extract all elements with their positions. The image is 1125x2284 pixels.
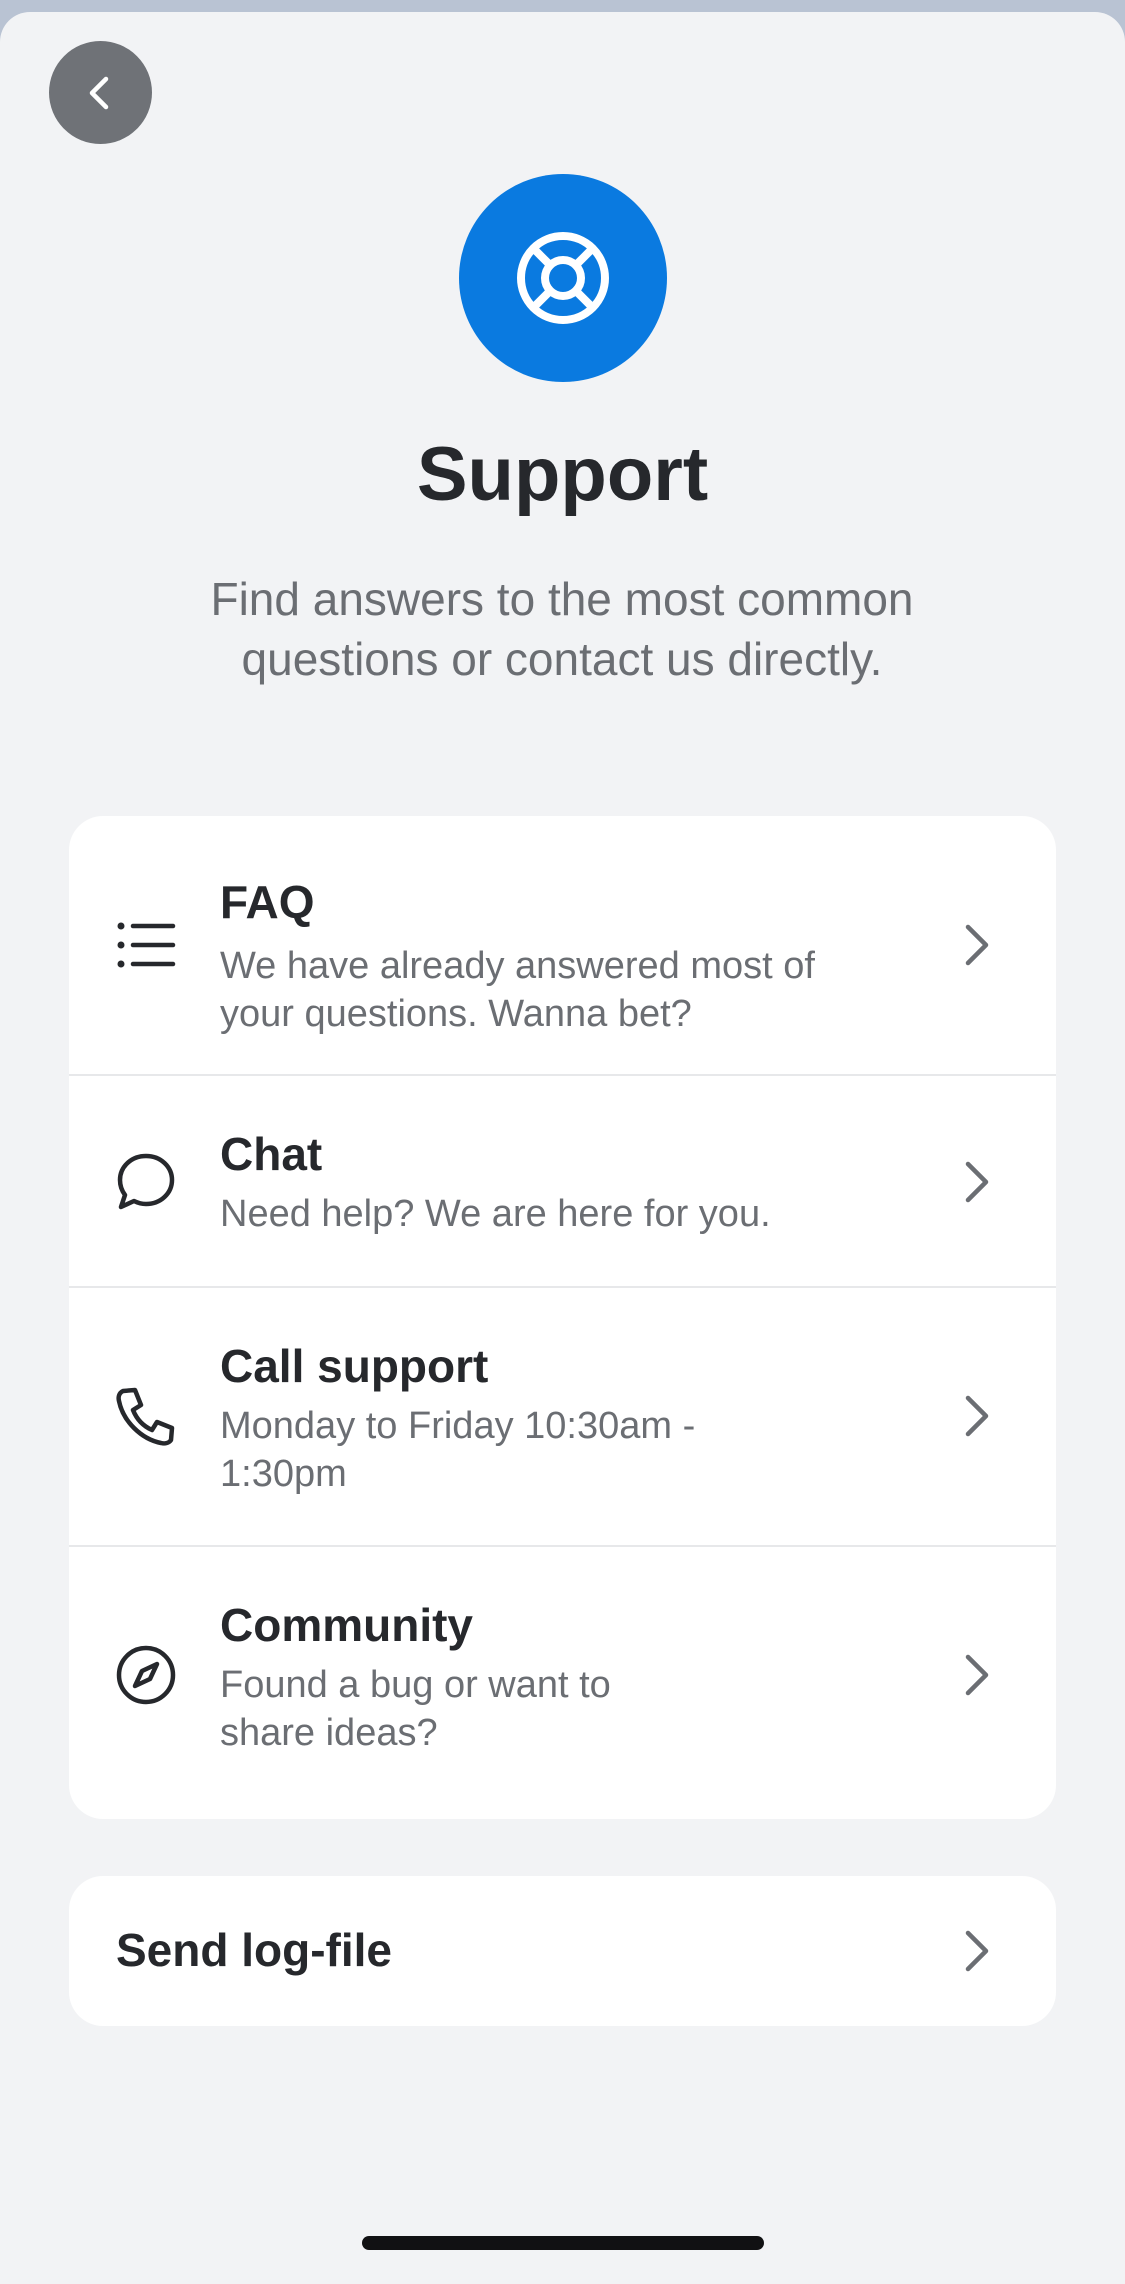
support-options-card: FAQ We have already answered most of you… bbox=[69, 816, 1056, 1819]
support-hero-icon bbox=[459, 174, 667, 382]
option-description: Monday to Friday 10:30am - 1:30pm bbox=[220, 1402, 695, 1498]
chevron-right-icon bbox=[960, 1392, 994, 1440]
chevron-right-icon bbox=[960, 1158, 994, 1206]
option-desc-line-1: Need help? We are here for you. bbox=[220, 1193, 771, 1235]
option-desc-line-2: share ideas? bbox=[220, 1712, 438, 1754]
home-indicator[interactable] bbox=[362, 2236, 764, 2250]
chevron-right-icon bbox=[960, 1651, 994, 1699]
back-button[interactable] bbox=[49, 41, 152, 144]
option-desc-line-1: Found a bug or want to bbox=[220, 1664, 611, 1706]
support-sheet: Support Find answers to the most common … bbox=[0, 12, 1125, 2284]
option-title: Community bbox=[220, 1599, 473, 1651]
option-title: Call support bbox=[220, 1340, 489, 1392]
chevron-left-icon bbox=[89, 76, 108, 109]
option-description: Need help? We are here for you. bbox=[220, 1190, 771, 1238]
option-faq[interactable]: FAQ We have already answered most of you… bbox=[69, 816, 1056, 1074]
subtitle-line-1: Find answers to the most common bbox=[210, 573, 914, 625]
lifebuoy-icon bbox=[517, 232, 609, 324]
option-description: Found a bug or want to share ideas? bbox=[220, 1661, 611, 1757]
option-desc-line-1: Monday to Friday 10:30am - bbox=[220, 1405, 696, 1447]
list-icon bbox=[115, 914, 177, 976]
option-title: FAQ bbox=[220, 876, 315, 928]
option-chat[interactable]: Chat Need help? We are here for you. bbox=[69, 1074, 1056, 1286]
option-desc-line-2: 1:30pm bbox=[220, 1453, 347, 1495]
option-description: We have already answered most of your qu… bbox=[220, 942, 815, 1038]
page-title: Support bbox=[416, 432, 709, 517]
page-subtitle: Find answers to the most common question… bbox=[162, 569, 962, 689]
option-call-support[interactable]: Call support Monday to Friday 10:30am - … bbox=[69, 1286, 1056, 1545]
send-log-file-button[interactable]: Send log-file bbox=[69, 1876, 1056, 2026]
chevron-right-icon bbox=[960, 1927, 994, 1975]
compass-icon bbox=[115, 1644, 177, 1706]
option-desc-line-1: We have already answered most of bbox=[220, 945, 815, 987]
option-community[interactable]: Community Found a bug or want to share i… bbox=[69, 1545, 1056, 1819]
subtitle-line-2: questions or contact us directly. bbox=[241, 633, 883, 685]
option-title: Chat bbox=[220, 1128, 323, 1180]
phone-icon bbox=[115, 1385, 177, 1447]
send-log-file-label: Send log-file bbox=[116, 1924, 392, 1976]
chevron-right-icon bbox=[960, 921, 994, 969]
chat-bubble-icon bbox=[115, 1151, 177, 1213]
option-desc-line-2: your questions. Wanna bet? bbox=[220, 993, 692, 1035]
